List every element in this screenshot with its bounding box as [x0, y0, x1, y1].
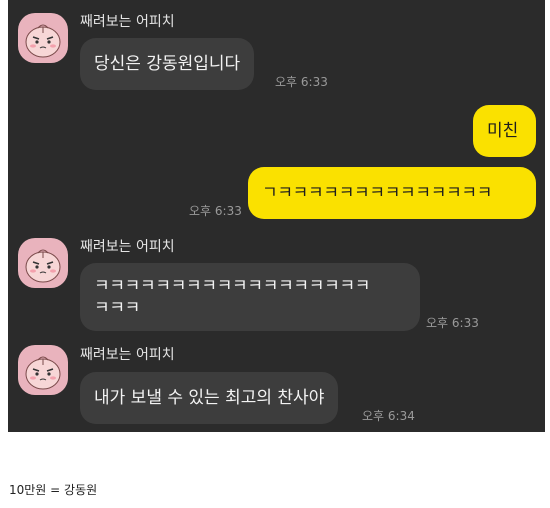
- message-bubble[interactable]: ㅋㅋㅋㅋㅋㅋㅋㅋㅋㅋㅋㅋㅋㅋㅋㅋㅋㅋ ㅋㅋㅋ: [80, 263, 420, 331]
- message-time: 오후 6:33: [275, 75, 328, 89]
- message-bubble-outgoing[interactable]: 미친: [473, 105, 536, 157]
- sender-name: 째려보는 어피치: [80, 14, 175, 30]
- message-time: 오후 6:34: [362, 409, 415, 423]
- message-bubble[interactable]: 내가 보낼 수 있는 최고의 찬사야: [80, 372, 339, 424]
- message-text-line: ㅋㅋㅋㅋㅋㅋㅋㅋㅋㅋㅋㅋㅋㅋㅋㅋㅋㅋ: [94, 276, 371, 296]
- sender-name: 째려보는 어피치: [80, 239, 175, 255]
- message-bubble-outgoing[interactable]: ㄱㅋㅋㅋㅋㅋㅋㅋㅋㅋㅋㅋㅋㅋㅋ: [248, 167, 536, 219]
- message-bubble[interactable]: 당신은 강동원입니다: [80, 38, 255, 90]
- apeach-avatar-icon[interactable]: [18, 345, 68, 395]
- caption-text: 10만원 = 강동원: [9, 483, 98, 497]
- message-time: 오후 6:33: [426, 316, 479, 330]
- apeach-avatar-icon[interactable]: [18, 13, 68, 63]
- apeach-icon: [25, 356, 61, 390]
- sender-name: 째려보는 어피치: [80, 347, 175, 363]
- chat-screen: 째려보는 어피치 당신은 강동원입니다 오후 6:33 미친 ㄱㅋㅋㅋㅋㅋㅋㅋㅋ…: [8, 0, 545, 432]
- apeach-avatar-icon[interactable]: [18, 238, 68, 288]
- apeach-icon: [25, 249, 61, 283]
- message-time: 오후 6:33: [189, 204, 242, 218]
- message-text-line: ㅋㅋㅋ: [94, 298, 141, 318]
- apeach-icon: [25, 24, 61, 58]
